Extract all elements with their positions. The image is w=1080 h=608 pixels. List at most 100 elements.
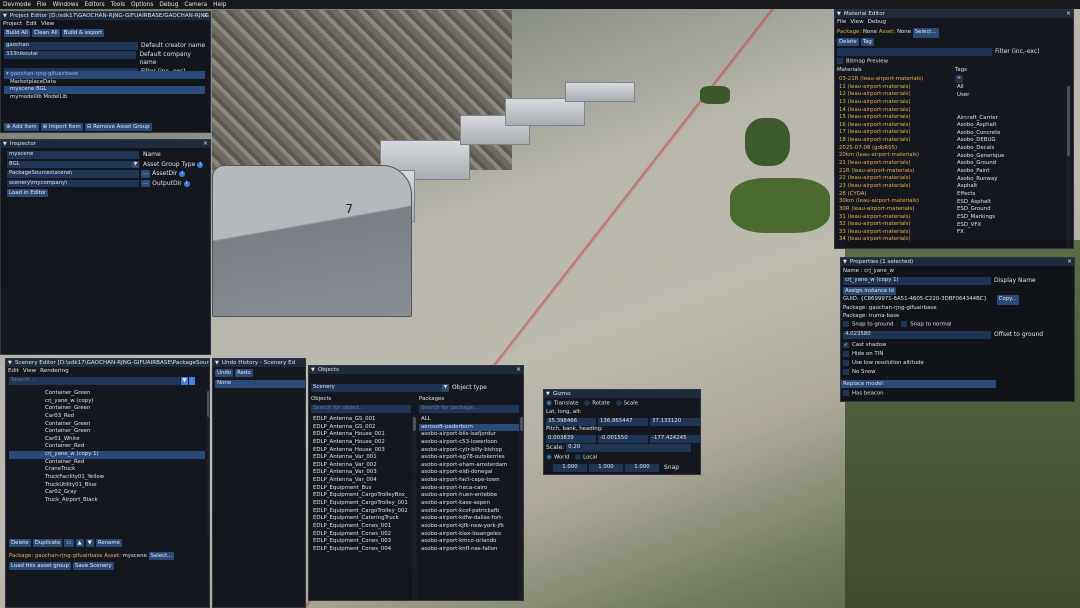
scenery-search-input[interactable]: Search ... bbox=[9, 377, 180, 385]
material-list-item[interactable]: 23 (leau-airport-materials) bbox=[837, 183, 950, 191]
tree-item[interactable]: mymodellib ModelLib bbox=[4, 94, 205, 102]
rename-button[interactable]: Rename bbox=[95, 539, 122, 547]
package-list-item[interactable]: asobo-airport-kdfw-dallas-fort- bbox=[419, 515, 519, 523]
tag-list-item[interactable]: ESD_Asphalt bbox=[955, 199, 1065, 207]
menu-camera[interactable]: Camera bbox=[184, 2, 207, 8]
download-icon[interactable]: ▼ bbox=[85, 539, 94, 547]
tag-list-item[interactable]: ESD_Markings bbox=[955, 214, 1065, 222]
assign-instance-id-button[interactable]: Assign instance Id bbox=[843, 287, 896, 295]
has-beacon-checkbox[interactable] bbox=[843, 390, 849, 396]
object-list-item[interactable]: EDLP_Equipment_CargoTrolley_002 bbox=[311, 508, 411, 516]
material-list-item[interactable]: 22 (leau-airport-materials) bbox=[837, 175, 950, 183]
scenery-list-item[interactable]: TruckFacility01_Yellow bbox=[9, 474, 205, 482]
copy-guid-button[interactable]: Copy... bbox=[996, 295, 1019, 305]
object-list-item[interactable]: EDLP_Antenna_Var_002 bbox=[311, 462, 411, 470]
collapse-icon[interactable]: ▼ bbox=[843, 259, 847, 265]
window-titlebar[interactable]: ▼ Material Editor × bbox=[835, 10, 1073, 18]
property-checkbox[interactable] bbox=[843, 359, 849, 366]
asset-group-type-select[interactable]: BGL ▼ bbox=[7, 160, 139, 168]
tag-list-item[interactable]: Asobo_Decals bbox=[955, 145, 1065, 153]
tag-list-item[interactable] bbox=[955, 107, 1065, 115]
collapse-icon[interactable]: ▼ bbox=[3, 141, 7, 147]
select-button[interactable]: Select... bbox=[912, 28, 939, 38]
package-list-item[interactable]: asobo-airport-knfl-nas-fallon bbox=[419, 546, 519, 554]
scrollbar[interactable] bbox=[412, 416, 417, 600]
package-list-item[interactable]: asobo-airport-kcof-patrickafb bbox=[419, 508, 519, 516]
add-tag-icon[interactable]: + bbox=[955, 75, 963, 83]
output-dir-input[interactable]: scenery\mycompany\ bbox=[7, 179, 139, 187]
creator-name-input[interactable]: gaochan bbox=[4, 42, 138, 50]
package-list-item[interactable]: asobo-airport-eidl-donegal bbox=[419, 469, 519, 477]
scenery-list-item[interactable]: Car01_White bbox=[9, 436, 205, 444]
material-list-item[interactable]: 20km (leau-airport-materials) bbox=[837, 152, 950, 160]
longitude-input[interactable]: 136.865447 bbox=[598, 418, 648, 426]
tag-list-item[interactable]: Asobo_Paint bbox=[955, 168, 1065, 176]
tag-list-item[interactable]: Asobo_Concrete bbox=[955, 130, 1065, 138]
material-list-item[interactable]: 21 (leau-airport-materials) bbox=[837, 160, 950, 168]
local-radio[interactable] bbox=[575, 454, 582, 460]
import-item-button[interactable]: ⊕ Import Item bbox=[40, 123, 83, 131]
object-list-item[interactable]: EDLP_Equipment_Cones_002 bbox=[311, 531, 411, 539]
package-list-item[interactable]: asobo-airport-klax-losangeles bbox=[419, 531, 519, 539]
property-checkbox[interactable]: ✓ bbox=[843, 341, 849, 348]
scenery-list-item[interactable]: Container_Green bbox=[9, 390, 205, 398]
tag-list-item[interactable]: All bbox=[955, 84, 1065, 92]
window-titlebar[interactable]: ▼ Scenery Editor [D:\sdk17\GAOCHAN-RJNG-G… bbox=[6, 359, 209, 367]
tag-list-item[interactable]: ESD_VFX bbox=[955, 222, 1065, 230]
scenery-list-item[interactable]: Car03_Red bbox=[9, 413, 205, 421]
build-all-button[interactable]: Build All bbox=[4, 29, 30, 37]
collapse-icon[interactable]: ▼ bbox=[215, 360, 219, 366]
menu-edit[interactable]: Edit bbox=[8, 368, 19, 374]
material-list-item[interactable]: 15 (leau-airport-materials) bbox=[837, 114, 950, 122]
property-checkbox[interactable] bbox=[843, 350, 849, 357]
duplicate-button[interactable]: Duplicate bbox=[32, 539, 63, 547]
material-list-item[interactable]: 33 (leau-airport-materials) bbox=[837, 229, 950, 237]
menu-devmode[interactable]: Devmode bbox=[3, 2, 31, 8]
translate-radio[interactable] bbox=[546, 400, 552, 406]
material-list-item[interactable]: 18 (leau-airport-materials) bbox=[837, 137, 950, 145]
world-radio[interactable] bbox=[546, 454, 552, 460]
select-button[interactable]: Select... bbox=[148, 552, 175, 560]
close-icon[interactable]: × bbox=[516, 366, 521, 373]
property-checkbox[interactable] bbox=[843, 368, 849, 375]
rotate-radio[interactable] bbox=[584, 400, 591, 406]
material-list-item[interactable]: 28 (CYDA) bbox=[837, 191, 950, 199]
menu-view[interactable]: View bbox=[41, 21, 54, 27]
menu-edit[interactable]: Edit bbox=[26, 21, 37, 27]
asset-dir-input[interactable]: PackageSources\scene\ bbox=[7, 170, 139, 178]
info-icon[interactable]: i bbox=[179, 171, 186, 177]
snap-x-input[interactable]: 1.000 bbox=[553, 464, 587, 472]
tag-list-item[interactable]: Asobo_DEBUG bbox=[955, 137, 1065, 145]
object-list-item[interactable]: EDLP_Antenna_House_001 bbox=[311, 431, 411, 439]
package-list-item[interactable]: asobo-airport-biis-isafjordur bbox=[419, 431, 519, 439]
scenery-list-item[interactable]: CraneTruck bbox=[9, 466, 205, 474]
scenery-list-item[interactable]: Container_Red bbox=[9, 443, 205, 451]
bitmap-preview-checkbox[interactable] bbox=[837, 58, 843, 64]
close-icon[interactable]: × bbox=[1066, 10, 1071, 17]
object-list-item[interactable]: EDLP_Equipment_CateringTruck bbox=[311, 515, 411, 523]
scrollbar[interactable] bbox=[206, 389, 209, 537]
collapse-icon[interactable]: ▼ bbox=[8, 360, 12, 366]
snap-y-input[interactable]: 1.000 bbox=[589, 464, 623, 472]
object-list-item[interactable]: EDLP_Antenna_House_003 bbox=[311, 447, 411, 455]
material-list-item[interactable]: 31 (leau-airport-materials) bbox=[837, 214, 950, 222]
scenery-list-item[interactable]: Container_Red bbox=[9, 459, 205, 467]
material-list-item[interactable]: 21R (leau-airport-materials) bbox=[837, 168, 950, 176]
altitude-input[interactable]: 37.133120 bbox=[650, 418, 700, 426]
package-list-item[interactable]: asobo-airport-fact-cape-town bbox=[419, 477, 519, 485]
menu-project[interactable]: Project bbox=[3, 21, 22, 27]
tree-item-package[interactable]: ▾ gaochan-rjng-gifuairbase bbox=[4, 71, 205, 79]
scale-input[interactable]: 0.20 bbox=[566, 444, 692, 452]
scenery-list-item[interactable]: Truck_Airport_Black bbox=[9, 497, 205, 505]
replace-model-button[interactable]: Replace model bbox=[841, 380, 996, 388]
material-list-item[interactable]: 11 (leau-airport-materials) bbox=[837, 84, 950, 92]
menu-help[interactable]: Help bbox=[213, 2, 226, 8]
object-list-item[interactable]: EDLP_Equipment_Cones_003 bbox=[311, 538, 411, 546]
menu-options[interactable]: Options bbox=[131, 2, 153, 8]
package-list-item[interactable]: asobo-airport-kase-aspen bbox=[419, 500, 519, 508]
load-in-editor-button[interactable]: Load in Editor bbox=[7, 189, 49, 197]
material-list-item[interactable]: 03-21R (leau-airport-materials) bbox=[837, 76, 950, 84]
material-list-item[interactable]: 32 (leau-airport-materials) bbox=[837, 221, 950, 229]
scenery-list-item[interactable]: Container_Green bbox=[9, 421, 205, 429]
tag-list-item[interactable]: Asobo_Asphalt bbox=[955, 122, 1065, 130]
